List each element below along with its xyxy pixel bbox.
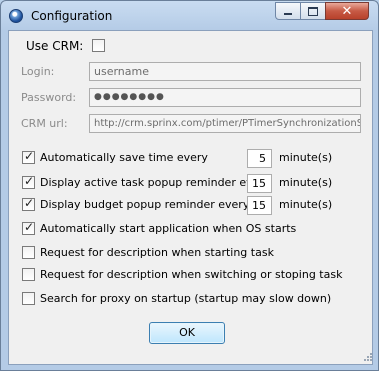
checkmark-icon: ✓ [24,220,35,234]
window-title: Configuration [31,9,113,23]
active-task-reminder-label: Display active task popup reminder every [40,176,271,189]
ok-button[interactable]: OK [149,322,225,344]
resize-grip[interactable] [363,352,373,362]
proxy-search-label: Search for proxy on startup (startup may… [40,292,332,305]
auto-save-minutes-input[interactable]: 5 [247,149,272,168]
auto-start-label: Automatically start application when OS … [40,222,297,235]
crm-url-label: CRM url: [21,117,68,130]
crm-url-field[interactable]: http://crm.sprinx.com/ptimer/PTimerSynch… [89,114,361,133]
app-icon [9,9,23,23]
maximize-button[interactable] [300,2,326,20]
budget-reminder-label: Display budget popup reminder every [40,198,250,211]
password-field[interactable]: ●●●●●●●● [89,88,361,107]
close-icon: ✕ [341,3,353,19]
budget-reminder-checkbox[interactable]: ✓ [22,196,35,211]
auto-save-label: Automatically save time every [40,151,208,164]
active-task-reminder-checkbox[interactable]: ✓ [22,174,35,189]
close-button[interactable]: ✕ [325,2,369,20]
auto-start-checkbox[interactable]: ✓ [22,220,35,235]
checkmark-icon: ✓ [24,174,35,188]
checkmark-icon: ✓ [24,196,35,210]
login-label: Login: [21,65,55,78]
budget-reminder-minutes-input[interactable]: 15 [247,196,272,215]
minimize-button[interactable] [275,2,301,20]
auto-save-checkbox[interactable]: ✓ [22,149,35,164]
checkmark-icon: ✓ [24,149,35,163]
describe-on-start-checkbox[interactable] [22,246,35,259]
use-crm-checkbox[interactable] [92,39,105,52]
proxy-search-checkbox[interactable] [22,292,35,305]
describe-on-switch-checkbox[interactable] [22,268,35,281]
configuration-window: Configuration ✕ Use CRM: Login: username… [0,0,379,371]
password-label: Password: [21,91,77,104]
login-field[interactable]: username [89,62,361,81]
auto-save-unit: minute(s) [279,151,333,164]
active-task-reminder-unit: minute(s) [279,176,333,189]
title-bar[interactable]: Configuration ✕ [1,1,378,31]
dialog-content: Use CRM: Login: username Password: ●●●●●… [8,30,373,365]
use-crm-label: Use CRM: [26,39,84,53]
maximize-icon [308,6,318,16]
minimize-icon [284,13,292,15]
describe-on-switch-label: Request for description when switching o… [40,268,343,281]
describe-on-start-label: Request for description when starting ta… [40,246,274,259]
active-task-reminder-minutes-input[interactable]: 15 [247,174,272,193]
budget-reminder-unit: minute(s) [279,198,333,211]
